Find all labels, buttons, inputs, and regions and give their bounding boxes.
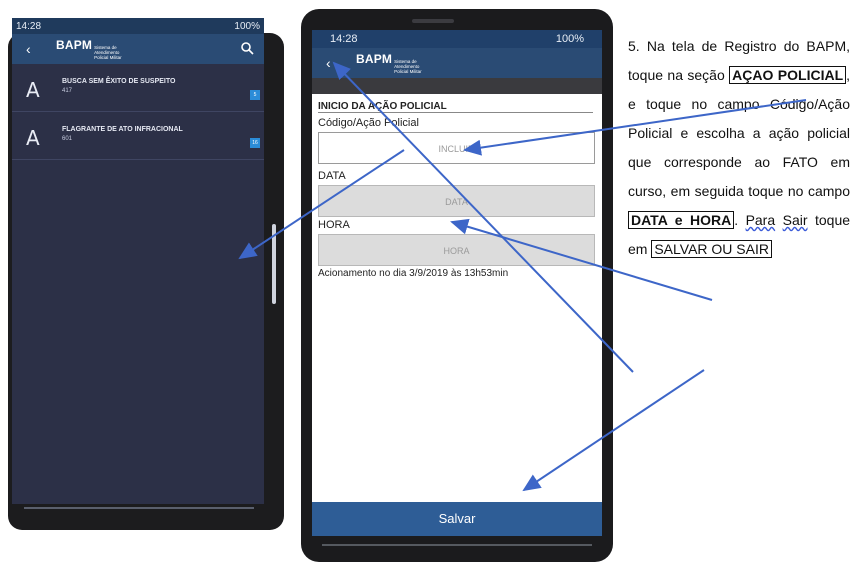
list-item[interactable]: A BUSCA SEM ÊXITO DE SUSPEITO 417 5 xyxy=(12,70,264,112)
instruction-part: Para xyxy=(745,212,776,228)
time-field[interactable]: HORA xyxy=(318,234,595,266)
code-action-label: Código/Ação Policial xyxy=(318,117,419,129)
status-time: 14:28 xyxy=(16,20,42,32)
back-icon[interactable]: ‹ xyxy=(26,41,48,57)
app-logo: BAPM Sistema de Atendimento Policial Mil… xyxy=(56,38,128,60)
item-letter: A xyxy=(26,78,40,102)
item-code: 417 xyxy=(62,88,73,94)
date-label: DATA xyxy=(318,170,346,182)
nav-bar xyxy=(24,507,254,509)
list-item[interactable]: A FLAGRANTE DE ATO INFRACIONAL 601 16 xyxy=(12,118,264,160)
search-icon[interactable] xyxy=(240,41,254,60)
center-status-bar: 14:28 100% xyxy=(312,30,602,48)
item-title: BUSCA SEM ÊXITO DE SUSPEITO xyxy=(62,78,176,85)
app-logo: BAPM Sistema de Atendimento Policial Mil… xyxy=(356,52,428,74)
item-letter: A xyxy=(26,126,40,150)
instruction-part: Sair xyxy=(782,212,808,228)
phone-speaker xyxy=(412,19,454,23)
battery-level: 100% xyxy=(555,33,584,45)
time-label: HORA xyxy=(318,219,350,231)
battery-level: 100% xyxy=(234,20,260,32)
instruction-part: , e toque no campo Código/Ação Policial … xyxy=(628,67,851,199)
left-app-header: ‹ BAPM Sistema de Atendimento Policial M… xyxy=(12,34,264,64)
logo-subtitle: Sistema de Atendimento Policial Militar xyxy=(394,59,422,74)
center-app-header: ‹ BAPM Sistema de Atendimento Policial M… xyxy=(312,48,602,78)
item-badge: 5 xyxy=(250,90,260,100)
code-action-field[interactable]: INCLUIR xyxy=(318,132,595,164)
save-button[interactable]: Salvar xyxy=(312,502,602,536)
item-code: 601 xyxy=(62,136,73,142)
left-list-screen: A BUSCA SEM ÊXITO DE SUSPEITO 417 5 A FL… xyxy=(12,64,264,504)
logo-text: BAPM xyxy=(356,52,393,66)
section-title: INICIO DA AÇÃO POLICIAL xyxy=(318,101,593,113)
scrollbar[interactable] xyxy=(272,224,276,304)
item-title: FLAGRANTE DE ATO INFRACIONAL xyxy=(62,126,183,133)
logo-subtitle: Sistema de Atendimento Policial Militar xyxy=(94,45,122,60)
header-band xyxy=(312,78,602,94)
left-status-bar: 14:28 100% xyxy=(12,18,264,34)
highlight-acao-policial: AÇAO POLICIAL xyxy=(729,66,847,84)
status-time: 14:28 xyxy=(330,33,358,45)
back-icon[interactable]: ‹ xyxy=(326,55,348,71)
date-field[interactable]: DATA xyxy=(318,185,595,217)
instruction-text: 5. Na tela de Registro do BAPM, toque na… xyxy=(628,38,851,258)
logo-text: BAPM xyxy=(56,38,93,52)
item-badge: 16 xyxy=(250,138,260,148)
dispatch-info: Acionamento no dia 3/9/2019 às 13h53min xyxy=(318,268,509,279)
highlight-salvar-ou-sair: SALVAR OU SAIR xyxy=(651,240,772,258)
nav-bar xyxy=(322,544,592,546)
highlight-data-hora: DATA e HORA xyxy=(628,211,735,229)
